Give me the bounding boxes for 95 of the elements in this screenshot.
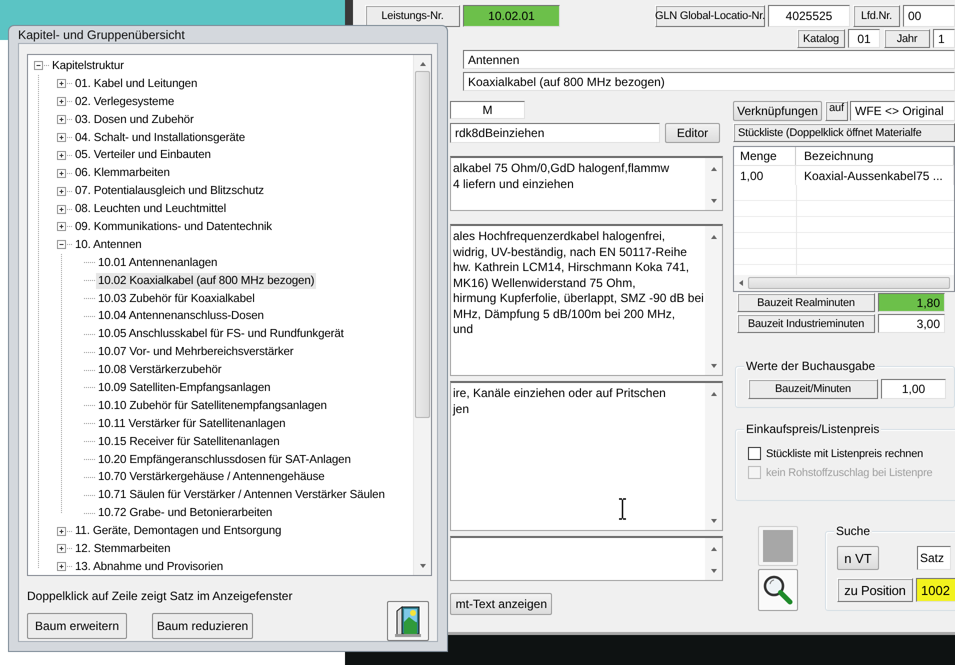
input-field[interactable]: 1	[933, 29, 955, 48]
expand-icon[interactable]	[57, 97, 73, 106]
tree-item[interactable]: 04. Schalt- und Installationsgeräte	[73, 130, 248, 146]
tree-item[interactable]: 05. Verteiler und Einbauten	[73, 147, 213, 164]
record-button[interactable]: n VT	[837, 546, 879, 570]
input-field[interactable]: 1,00	[881, 379, 946, 399]
table-cell: 1,00	[734, 166, 796, 185]
input-field[interactable]: 00	[903, 5, 955, 27]
table-cell: Koaxial-Aussenkabel75 ...	[796, 166, 954, 185]
expand-icon[interactable]	[57, 562, 73, 572]
tree-item[interactable]: 10.70 Verstärkergehäuse / Antennengehäuse	[96, 469, 327, 486]
tree-item[interactable]: 08. Leuchten und Leuchtmittel	[73, 201, 228, 218]
field-label: Bauzeit Realminuten	[737, 293, 875, 312]
tile-icon	[763, 530, 793, 562]
input-field[interactable]: Antennen	[463, 50, 955, 69]
expand-icon[interactable]	[57, 186, 73, 196]
editor-button[interactable]: Editor	[665, 123, 720, 143]
expand-icon[interactable]	[57, 115, 73, 124]
scroll-down-icon[interactable]	[418, 563, 426, 569]
tree-item[interactable]: 10.08 Verstärkerzubehör	[96, 362, 224, 378]
field-label: Lfd.Nr.	[853, 5, 900, 27]
tree-item[interactable]: 07. Potentialausgleich und Blitzschutz	[73, 183, 266, 200]
full-text-button[interactable]: mt-Text anzeigen	[450, 593, 552, 615]
input-field[interactable]: 1002	[916, 578, 955, 602]
tree-item[interactable]: 10.01 Antennenanlagen	[96, 254, 220, 271]
tree-item[interactable]: 09. Kommunikations- und Datentechnik	[73, 218, 274, 235]
field-label: zu Position	[837, 578, 913, 602]
field-label: GLN Global-Locatio-Nr.	[655, 5, 765, 27]
tree-item[interactable]: 10.04 Antennenanschluss-Dosen	[96, 308, 266, 324]
tree-item[interactable]: 10.15 Receiver für Satellitenanlagen	[96, 434, 282, 450]
tree-item[interactable]: 10.07 Vor- und Mehrbereichsverstärker	[96, 344, 296, 360]
scroll-up-icon[interactable]	[418, 61, 426, 67]
field-label: Jahr	[884, 29, 930, 48]
field-label: Katalog	[797, 29, 845, 48]
collapse-icon[interactable]	[57, 240, 73, 250]
column-header[interactable]: Bezeichnung	[796, 147, 954, 165]
input-field[interactable]: M	[450, 101, 525, 119]
expand-icon[interactable]	[57, 526, 73, 536]
input-field[interactable]: 01	[848, 29, 880, 48]
expand-icon[interactable]	[57, 168, 73, 178]
tree-item[interactable]: 10.05 Anschlusskabel für FS- und Rundfunkgerät	[96, 326, 346, 342]
tree-item[interactable]: 10.11 Verstärker für Satellitenanlagen	[96, 416, 288, 432]
group-title: Suche	[834, 524, 872, 538]
group-title: Einkaufspreis/Listenpreis	[744, 422, 882, 436]
expand-icon[interactable]	[57, 150, 73, 160]
dialog-title: Kapitel- und Gruppenübersicht	[18, 26, 186, 43]
tree-item[interactable]: 10.09 Satelliten-Empfangsanlagen	[96, 380, 272, 396]
section-header: Stückliste (Doppelklick öffnet Materialfe	[733, 123, 955, 142]
input-field[interactable]: rdk8dBeinziehen	[450, 123, 660, 143]
exit-button[interactable]	[387, 601, 429, 641]
links-button[interactable]: Verknüpfungen	[733, 101, 822, 121]
collapse-icon[interactable]	[34, 61, 50, 70]
input-field[interactable]: 4025525	[768, 5, 850, 27]
column-header[interactable]: Menge	[734, 147, 796, 165]
field-label: auf	[825, 101, 848, 121]
tree-button[interactable]: Baum erweitern	[27, 613, 127, 639]
tree-item[interactable]: 03. Dosen und Zubehör	[73, 112, 196, 128]
tree-item[interactable]: 06. Klemmarbeiten	[73, 165, 172, 182]
group-title: Werte der Buchausgabe	[744, 359, 878, 373]
tree-item[interactable]: 10.71 Säulen für Verstärker / Antennen Verstärker Säulen	[96, 487, 387, 504]
tree-item[interactable]: 10.03 Zubehör für Koaxialkabel	[96, 290, 257, 307]
tree-item[interactable]: 01. Kabel und Leitungen	[73, 76, 200, 92]
expand-icon[interactable]	[57, 222, 73, 232]
tree-item[interactable]: 10.20 Empfängeranschlussdosen für SAT-Anlagen	[96, 452, 353, 468]
tree-item[interactable]: 10. Antennen	[73, 236, 144, 253]
input-field[interactable]: 3,00	[878, 314, 945, 333]
tree-item[interactable]: 12. Stemmarbeiten	[73, 540, 172, 557]
checkbox: kein Rohstoffzuschlag bei Listenpre	[748, 463, 955, 482]
field-label: Bauzeit Industrieminuten	[737, 314, 875, 333]
dropdown[interactable]: WFE <> Original	[850, 101, 955, 121]
input-field[interactable]: 1,80	[878, 293, 945, 312]
tree-item[interactable]: 10.10 Zubehör für Satellitenempfangsanlagen	[96, 398, 329, 414]
input-field[interactable]: 10.02.01	[463, 5, 560, 27]
tree-button[interactable]: Baum reduzieren	[152, 613, 253, 639]
tree-item[interactable]: 10.72 Grabe- und Betonierarbeiten	[96, 505, 274, 522]
tree-item[interactable]: 11. Geräte, Demontagen und Entsorgung	[73, 523, 284, 540]
record-field[interactable]: Satz	[917, 546, 951, 570]
hint-text: Doppelklick auf Zeile zeigt Satz im Anzeigefenster	[27, 589, 294, 603]
tile-button[interactable]	[758, 526, 798, 566]
field-label: Bauzeit/Minuten	[748, 379, 878, 399]
expand-icon[interactable]	[57, 133, 73, 142]
tree-item[interactable]: 13. Abnahme und Provisorien	[73, 558, 226, 575]
scrollbar[interactable]	[413, 55, 431, 575]
checkbox[interactable]: Stückliste mit Listenpreis rechnen	[748, 444, 955, 463]
scrollbar[interactable]	[734, 275, 954, 291]
expand-icon[interactable]	[57, 79, 73, 88]
door-icon[interactable]	[393, 604, 423, 638]
expand-icon[interactable]	[57, 544, 73, 554]
tree-item[interactable]: 10.02 Koaxialkabel (auf 800 MHz bezogen)	[96, 272, 316, 289]
input-field[interactable]: Koaxialkabel (auf 800 MHz bezogen)	[463, 72, 955, 91]
tree-item[interactable]: Kapitelstruktur	[50, 58, 126, 74]
field-label: Leistungs-Nr.	[365, 5, 460, 27]
scroll-left-icon[interactable]	[738, 279, 744, 287]
expand-icon[interactable]	[57, 204, 73, 214]
tree-item[interactable]: 02. Verlegesysteme	[73, 94, 176, 110]
